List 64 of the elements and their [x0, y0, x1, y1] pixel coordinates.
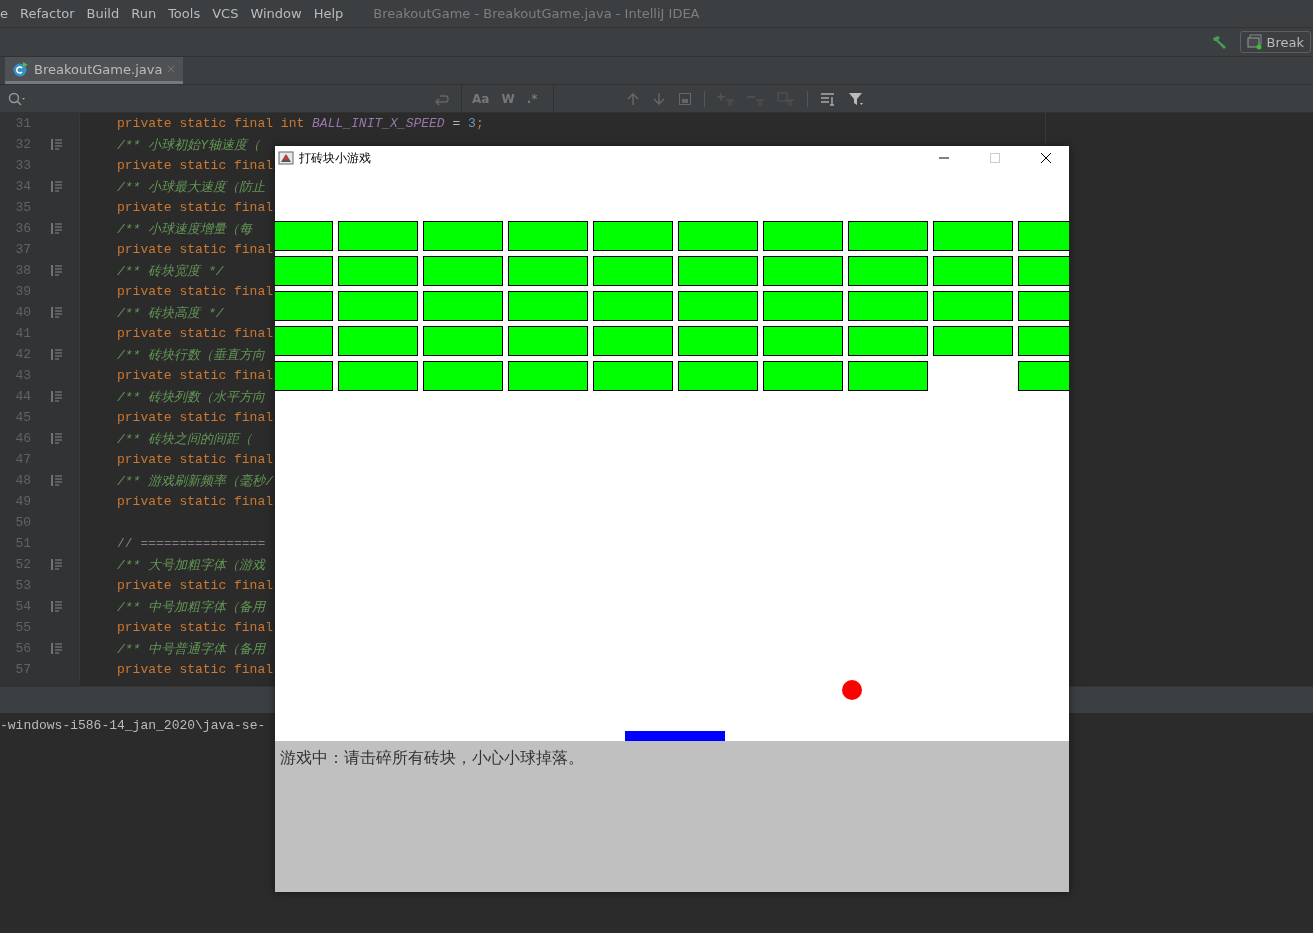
status-message: 游戏中：请击碎所有砖块，小心小球掉落。 [280, 748, 584, 767]
code-line: /** 中号加粗字体（备用 [117, 599, 266, 615]
doc-comment-toggle-icon[interactable] [51, 601, 63, 612]
code-line: /** 砖块宽度 */ [117, 263, 224, 279]
code-line: // ================ [117, 536, 266, 551]
code-line: private static final [117, 410, 274, 425]
console-output: -windows-i586-14_jan_2020\java-se- [0, 718, 266, 733]
doc-comment-toggle-icon[interactable] [51, 181, 63, 192]
code-line: /** 砖块列数（水平方向 [117, 389, 266, 405]
window-icon [1246, 34, 1263, 50]
menu-item[interactable]: Window [244, 6, 308, 21]
close-icon[interactable] [167, 65, 176, 73]
code-line: /** 游戏刷新频率（毫秒/ [117, 473, 273, 489]
editor-tab[interactable]: BreakoutGame.java [5, 57, 184, 84]
code-line: /** 大号加粗字体（游戏 [117, 557, 266, 573]
code-line: /** 小球速度增量（每 [117, 221, 253, 237]
code-line: /** 小球初始Y轴速度（ [117, 137, 260, 153]
menu-item[interactable]: e [0, 6, 14, 21]
hammer-icon[interactable] [1211, 35, 1228, 49]
search-icon[interactable] [8, 91, 26, 106]
code-line: private static final [117, 158, 274, 173]
code-line: private static final [117, 326, 274, 341]
up-arrow-icon[interactable] [626, 91, 641, 106]
doc-comment-toggle-icon[interactable] [51, 349, 63, 360]
doc-comment-toggle-icon[interactable] [51, 475, 63, 486]
code-line: private static final [117, 494, 274, 509]
code-line: private static final [117, 200, 274, 215]
doc-comment-toggle-icon[interactable] [51, 223, 63, 234]
code-line: /** 砖块高度 */ [117, 305, 224, 321]
filter-icon[interactable] [848, 90, 865, 107]
menu-item[interactable]: Help [307, 6, 350, 21]
menu-item[interactable]: Refactor [14, 6, 81, 21]
code-line: /** 小球最大速度（防止 [117, 179, 266, 195]
doc-comment-toggle-icon[interactable] [51, 307, 63, 318]
code-line: private static final int BALL_INIT_X_SPEED = 3; [117, 116, 484, 131]
code-line: private static final [117, 452, 274, 467]
list-icon[interactable] [820, 91, 837, 106]
menu-item[interactable]: Run [125, 6, 163, 21]
code-line: /** 砖块行数（垂直方向 [117, 347, 266, 363]
code-line: private static final [117, 578, 274, 593]
doc-comment-toggle-icon[interactable] [51, 559, 63, 570]
code-line: private static final [117, 662, 274, 677]
java-class-icon [13, 61, 29, 77]
doc-comment-toggle-icon[interactable] [51, 643, 63, 654]
menu-item[interactable]: Tools [162, 6, 207, 21]
code-line: private static final [117, 620, 274, 635]
doc-comment-toggle-icon[interactable] [51, 139, 63, 150]
ball [842, 680, 862, 700]
code-line: /** 中号普通字体（备用 [117, 641, 266, 657]
code-line: /** 砖块之间的间距（ [117, 431, 253, 447]
doc-comment-toggle-icon[interactable] [51, 391, 63, 402]
down-arrow-icon[interactable] [652, 91, 667, 106]
app-icon [278, 150, 294, 166]
code-line: private static final [117, 242, 274, 257]
code-line: private static final [117, 284, 274, 299]
window-title: BreakoutGame - BreakoutGame.java - IntelliJ IDEA [373, 6, 700, 21]
doc-comment-toggle-icon[interactable] [51, 265, 63, 276]
menu-item[interactable]: VCS [206, 6, 245, 21]
run-configuration-button[interactable]: Break [1239, 31, 1311, 53]
select-all-icon[interactable] [678, 91, 693, 106]
menu-item[interactable]: Build [80, 6, 126, 21]
code-line: private static final [117, 368, 274, 383]
window-title: 打砖块小游戏 [299, 149, 371, 167]
doc-comment-toggle-icon[interactable] [51, 433, 63, 444]
